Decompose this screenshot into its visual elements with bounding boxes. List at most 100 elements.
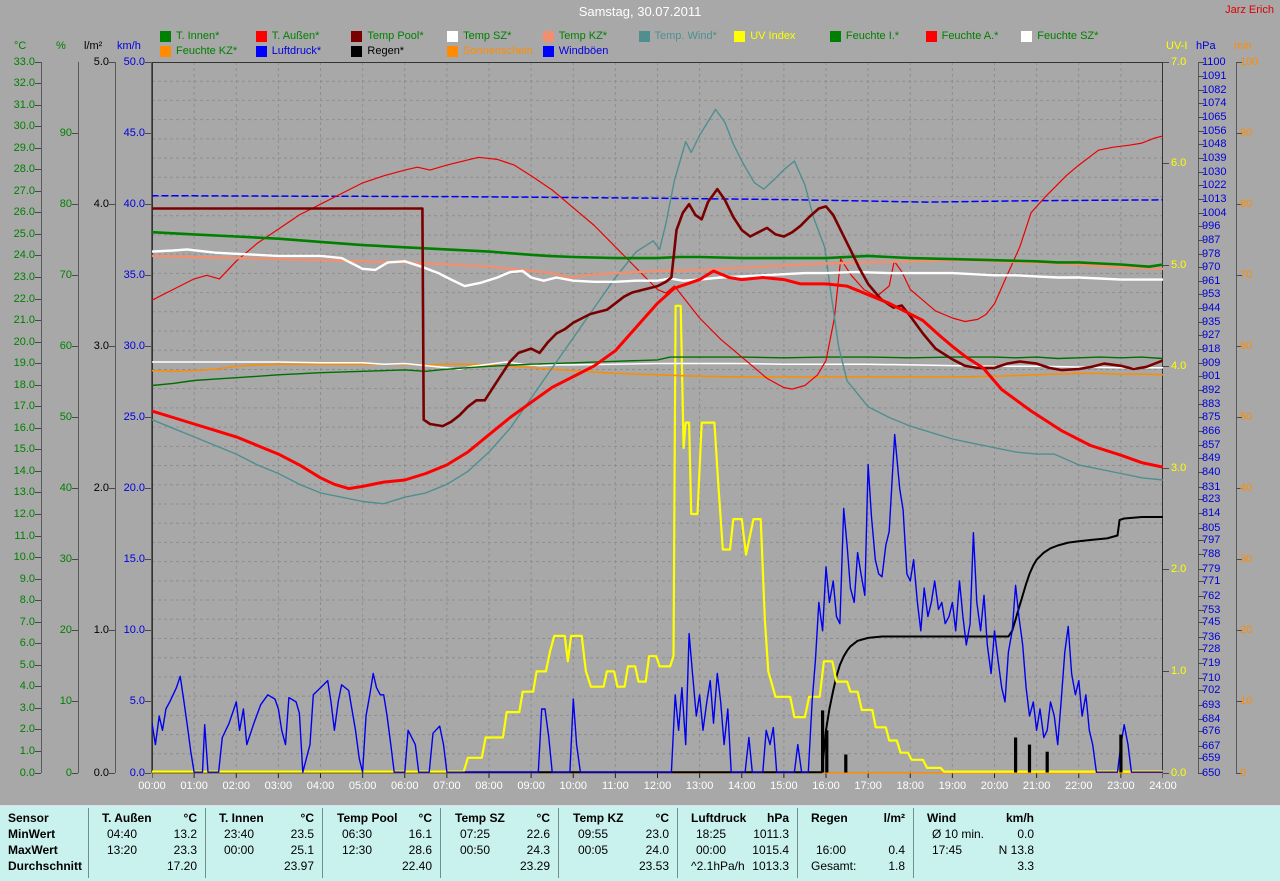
axis-tick-label: 90 [22, 128, 72, 139]
axis-tick-label: 19.0 [0, 358, 35, 369]
legend-item: UV Index [734, 30, 826, 43]
axis-tick-label: 805 [1202, 523, 1220, 534]
axis-tick-label: 29.0 [0, 143, 35, 154]
legend-label: Feuchte SZ* [1037, 30, 1098, 43]
axis-tick [72, 275, 78, 276]
axis-tick-label: 4.0 [0, 681, 35, 692]
axis-tick [145, 133, 151, 134]
x-axis-label: 20:00 [973, 780, 1017, 792]
table-avg-value: 1013.3 [684, 859, 789, 873]
axis-tick [35, 83, 41, 84]
legend-label: Temp KZ* [559, 30, 607, 43]
axis-tick-label: 10.0 [95, 625, 145, 636]
axis-tick-label: 901 [1202, 371, 1220, 382]
x-axis-label: 02:00 [214, 780, 258, 792]
legend-swatch [351, 31, 362, 42]
table-col-unit: km/h [920, 811, 1034, 825]
legend-swatch [160, 46, 171, 57]
axis-tick-label: 667 [1202, 741, 1220, 752]
axis-tick-label: 650 [1202, 768, 1220, 779]
table-separator [205, 808, 206, 878]
table-min-value: 23.0 [566, 827, 669, 841]
table-avg-value: 23.29 [448, 859, 550, 873]
axis-tick-label: 9.0 [0, 574, 35, 585]
axis-tick-label: 1065 [1202, 112, 1226, 123]
axis-tick-label: 883 [1202, 399, 1220, 410]
x-axis-label: 18:00 [888, 780, 932, 792]
axis-tick-label: 15.0 [95, 554, 145, 565]
x-axis-label: 05:00 [341, 780, 385, 792]
rain-bar [844, 755, 847, 773]
legend-label: Windböen [559, 45, 609, 58]
table-max-value: 25.1 [212, 843, 314, 857]
table-avg-value: 3.3 [920, 859, 1034, 873]
x-axis-label: 11:00 [593, 780, 637, 792]
axis-tick [35, 729, 41, 730]
axis-tick [1163, 163, 1169, 164]
axis-tick [35, 363, 41, 364]
axis-tick [145, 630, 151, 631]
table-col-unit: hPa [684, 811, 789, 825]
axis-tick-label: 8.0 [0, 595, 35, 606]
axis-tick-label: 831 [1202, 482, 1220, 493]
table-max-value: N 13.8 [920, 843, 1034, 857]
axis-tick [145, 346, 151, 347]
axis-tick-label: 840 [1202, 467, 1220, 478]
axis-tick-label: 10 [22, 696, 72, 707]
axis-tick-label: 1.0 [0, 746, 35, 757]
legend-label: Feuchte A.* [942, 30, 999, 43]
x-axis-label: 19:00 [930, 780, 974, 792]
axis-tick-label: 970 [1202, 262, 1220, 273]
axis-tick-label: 702 [1202, 685, 1220, 696]
legend-label: T. Innen* [176, 30, 219, 43]
axis-tick-label: 70 [1240, 270, 1252, 281]
axis-tick [35, 148, 41, 149]
axis-tick [145, 559, 151, 560]
axis-tick-label: 40 [1240, 483, 1252, 494]
axis-tick-label: 693 [1202, 700, 1220, 711]
axis-tick [35, 299, 41, 300]
table-col-unit: °C [330, 811, 432, 825]
axis-tick-label: 892 [1202, 385, 1220, 396]
axis-tick-label: 80 [1240, 199, 1252, 210]
axis-tick-label: 33.0 [0, 57, 35, 68]
axis-tick-label: 3.0 [1171, 463, 1186, 474]
axis-tick-label: 22.0 [0, 294, 35, 305]
axis-tick [1163, 569, 1169, 570]
table-max-value: 24.3 [448, 843, 550, 857]
axis-tick-label: 659 [1202, 753, 1220, 764]
series-temp_wind [152, 109, 1163, 503]
table-separator [913, 808, 914, 878]
table-col-unit: °C [566, 811, 669, 825]
axis-tick-label: 45.0 [95, 128, 145, 139]
x-axis-label: 12:00 [636, 780, 680, 792]
axis-tick-label: 953 [1202, 289, 1220, 300]
axis-tick-label: 32.0 [0, 78, 35, 89]
axis-tick-label: 27.0 [0, 186, 35, 197]
axis-tick-label: 18.0 [0, 380, 35, 391]
axis-tick [35, 514, 41, 515]
table-separator [797, 808, 798, 878]
x-axis-label: 21:00 [1015, 780, 1059, 792]
legend-item: Luftdruck* [256, 45, 348, 58]
axis-tick-label: 7.0 [1171, 57, 1186, 68]
axis-tick [72, 559, 78, 560]
table-max-value: 0.4 [804, 843, 905, 857]
axis-tick-label: 1048 [1202, 139, 1226, 150]
axis-tick [35, 212, 41, 213]
axis-tick-label: 1.0 [1171, 666, 1186, 677]
axis-tick-label: 11.0 [0, 531, 35, 542]
axis-tick-label: 857 [1202, 440, 1220, 451]
x-axis-label: 13:00 [678, 780, 722, 792]
axis-tick-label: 28.0 [0, 164, 35, 175]
x-axis-label: 22:00 [1057, 780, 1101, 792]
axis-tick-label: 710 [1202, 673, 1220, 684]
table-row-label: MinWert [8, 827, 55, 841]
table-min-value: 23.5 [212, 827, 314, 841]
table-separator [440, 808, 441, 878]
axis-tick-label: 31.0 [0, 100, 35, 111]
axis-tick-label: 771 [1202, 576, 1220, 587]
axis-tick [35, 536, 41, 537]
axis-tick-label: 4.0 [1171, 361, 1186, 372]
axis-header: °C [14, 40, 26, 52]
